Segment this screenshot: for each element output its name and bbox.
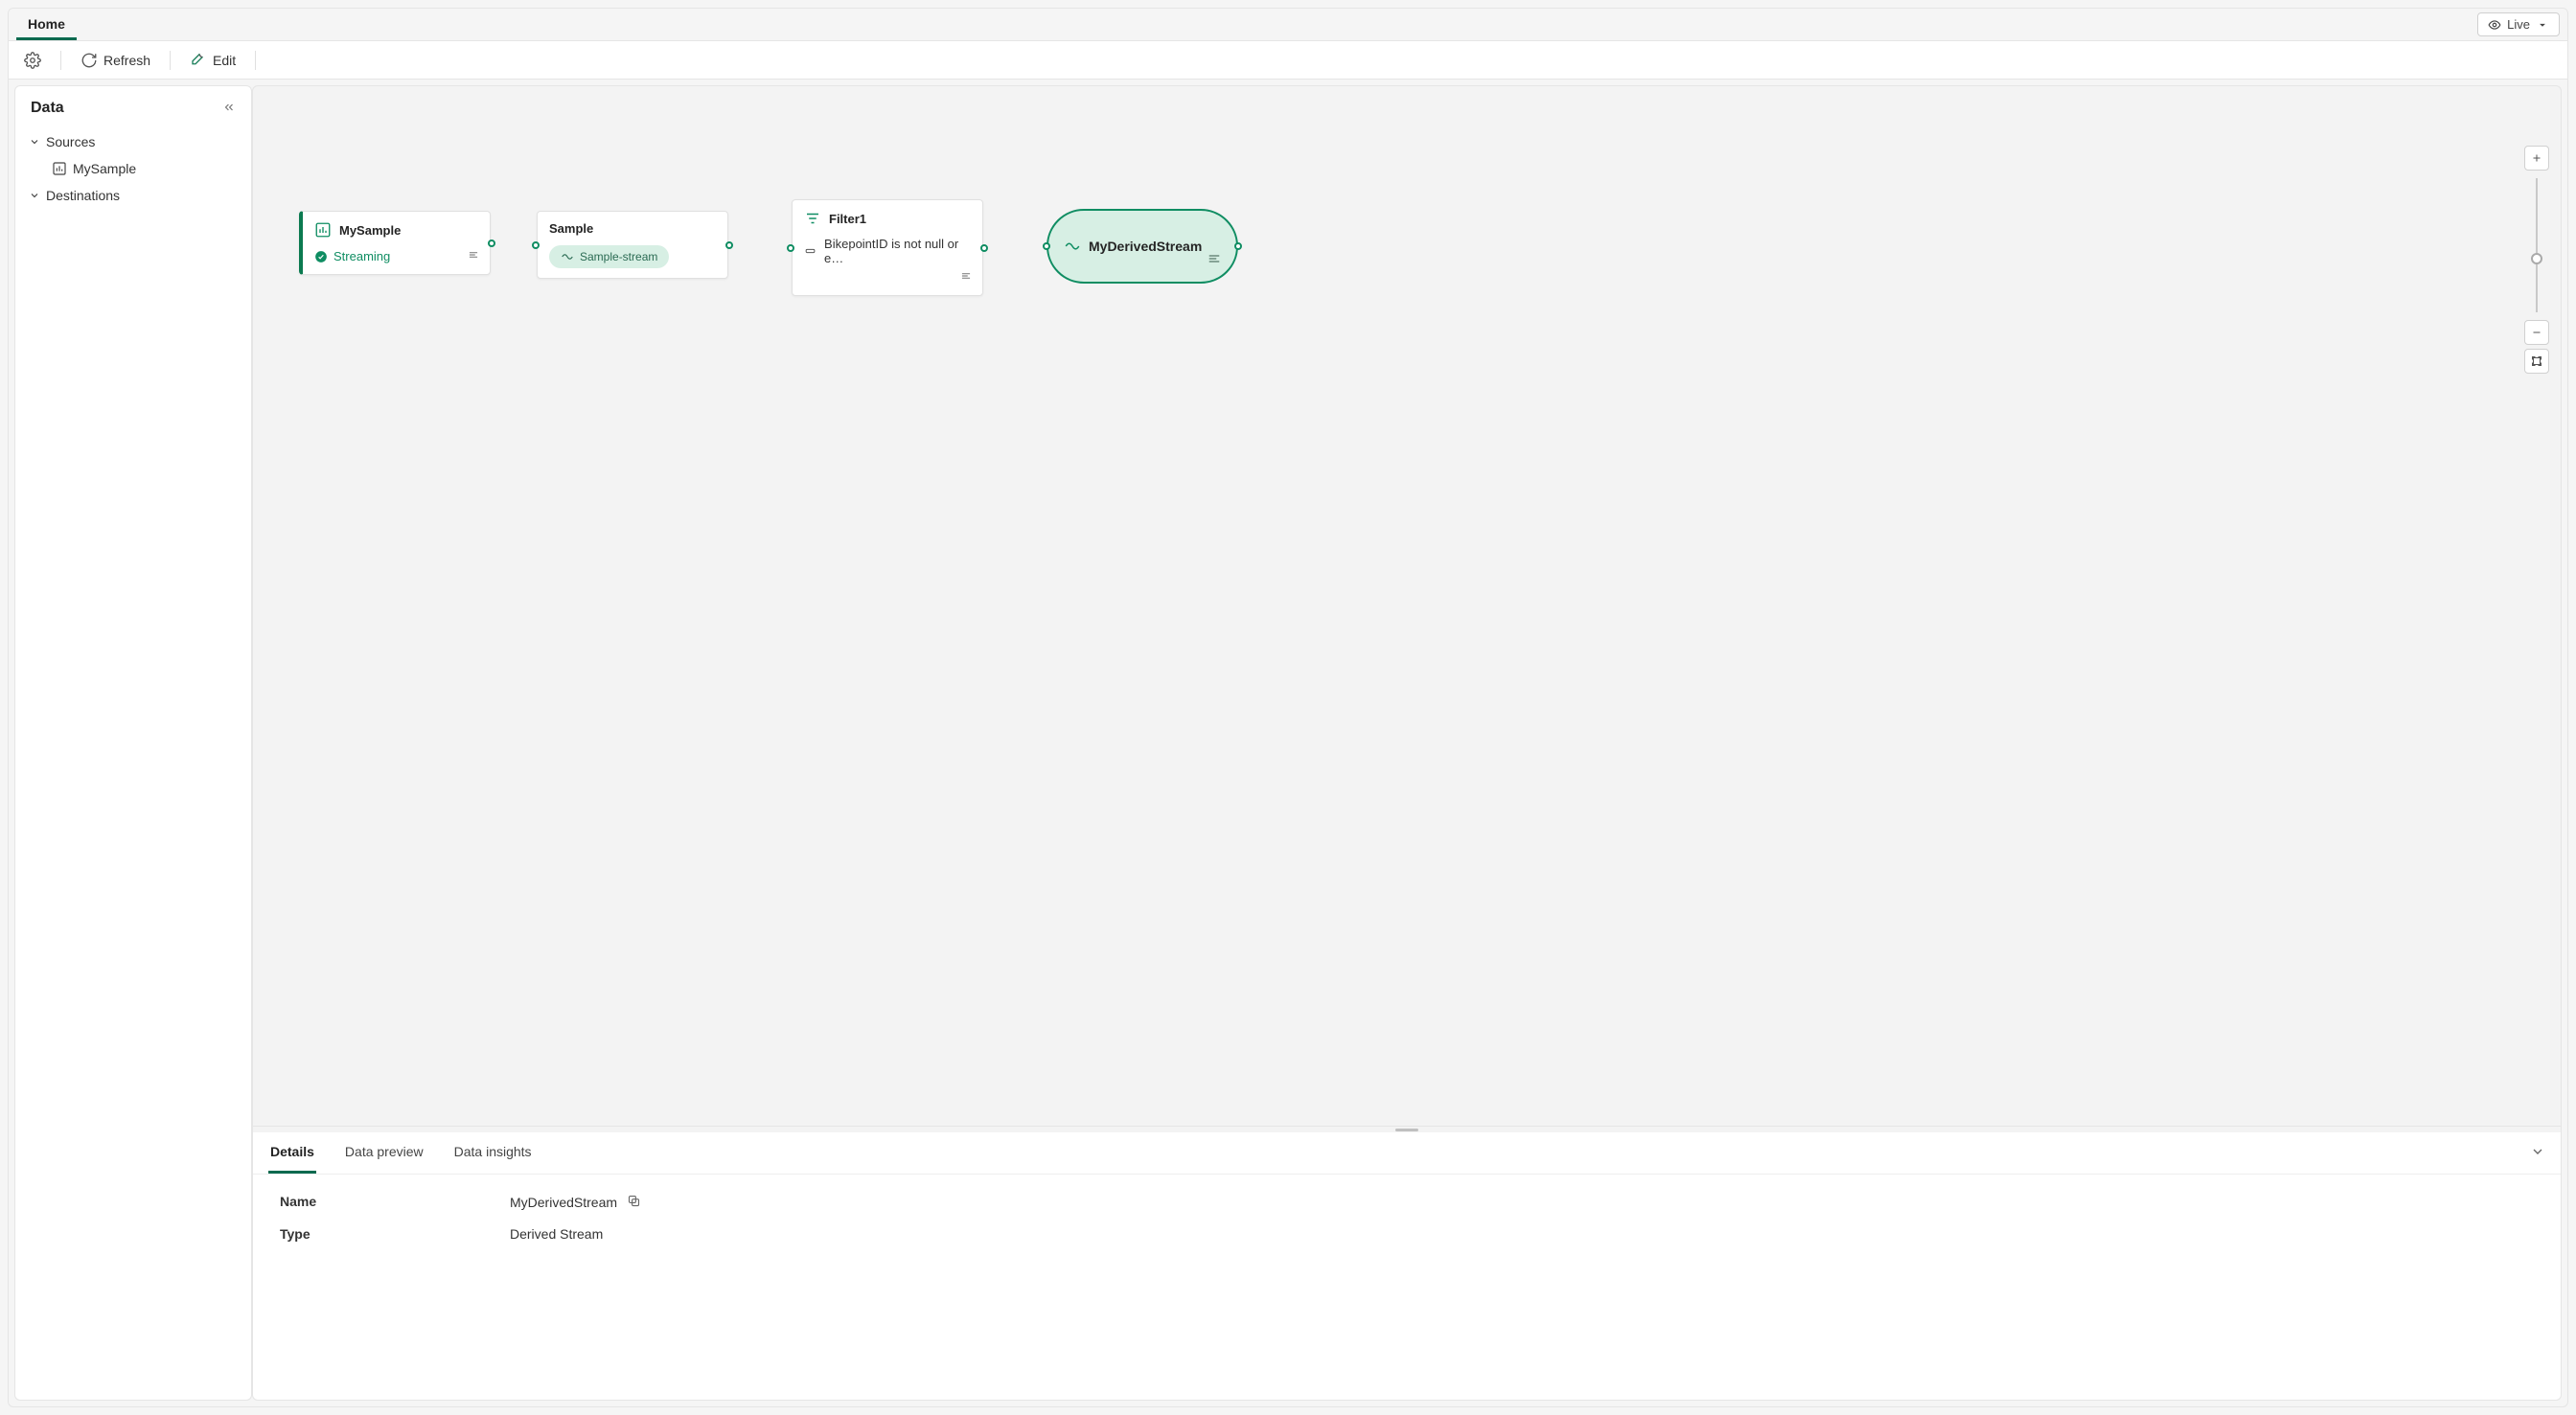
minus-icon (2531, 327, 2542, 338)
tab-details[interactable]: Details (268, 1132, 316, 1174)
filter-icon (804, 210, 821, 227)
port-out[interactable] (980, 244, 988, 252)
panel-collapse-button[interactable] (2530, 1144, 2545, 1162)
tree-sources[interactable]: Sources (25, 128, 242, 155)
tree-sources-label: Sources (46, 134, 95, 149)
tree-source-item[interactable]: MySample (48, 155, 242, 182)
live-label: Live (2507, 17, 2530, 32)
port-out[interactable] (488, 240, 495, 247)
eye-icon (2488, 18, 2501, 32)
menu-lines-icon (1206, 250, 1223, 267)
copy-button[interactable] (627, 1194, 641, 1211)
live-toggle[interactable]: Live (2477, 12, 2560, 36)
edit-button[interactable]: Edit (180, 46, 245, 75)
chevron-down-icon (2536, 18, 2549, 32)
edit-label: Edit (213, 53, 236, 68)
details-name-value: MyDerivedStream (510, 1195, 617, 1210)
sidebar-collapse-button[interactable] (222, 101, 236, 117)
stream-chip: Sample-stream (549, 245, 669, 268)
node-derived-stream[interactable]: MyDerivedStream (1046, 209, 1238, 284)
node-filter-title: Filter1 (829, 212, 866, 226)
gear-icon (24, 52, 41, 69)
node-menu-button[interactable] (959, 269, 973, 285)
tree-source-item-label: MySample (73, 161, 136, 176)
node-menu-button[interactable] (467, 248, 480, 264)
chart-icon (52, 161, 67, 176)
node-filter[interactable]: Filter1 BikepointID is not null or e… (792, 199, 983, 296)
details-panel: Details Data preview Data insights Name … (252, 1132, 2562, 1401)
details-type-label: Type (280, 1226, 510, 1242)
zoom-handle[interactable] (2531, 253, 2542, 264)
copy-icon (627, 1194, 641, 1208)
menu-lines-icon (467, 248, 480, 262)
details-name-label: Name (280, 1194, 510, 1211)
sidebar-title: Data (31, 100, 64, 117)
details-type-value: Derived Stream (510, 1226, 603, 1242)
tree-destinations-label: Destinations (46, 188, 120, 203)
chart-icon (314, 221, 332, 239)
node-source[interactable]: MySample Streaming (299, 211, 491, 275)
port-out[interactable] (1234, 242, 1242, 250)
port-out[interactable] (725, 241, 733, 249)
ribbon-tab-home[interactable]: Home (16, 9, 77, 40)
settings-button[interactable] (14, 46, 51, 75)
column-icon (804, 244, 816, 258)
toolbar: Refresh Edit (9, 41, 2567, 80)
toolbar-separator (60, 51, 61, 70)
fit-icon (2531, 355, 2542, 367)
tree-destinations[interactable]: Destinations (25, 182, 242, 209)
chevron-double-left-icon (222, 101, 236, 114)
chevron-down-icon (29, 190, 40, 201)
plus-icon (2531, 152, 2542, 164)
node-derived-title: MyDerivedStream (1089, 239, 1202, 254)
ribbon-bar: Home Live (9, 9, 2567, 41)
toolbar-separator (170, 51, 171, 70)
zoom-control (2524, 144, 2549, 376)
stream-icon (1064, 238, 1081, 255)
flow-edges (253, 86, 540, 230)
edit-icon (190, 52, 207, 69)
zoom-in-button[interactable] (2524, 146, 2549, 171)
node-source-status: Streaming (334, 249, 390, 263)
tab-data-insights[interactable]: Data insights (452, 1132, 534, 1174)
checkmark-icon (314, 250, 328, 263)
zoom-out-button[interactable] (2524, 320, 2549, 345)
zoom-fit-button[interactable] (2524, 349, 2549, 374)
chevron-down-icon (29, 136, 40, 148)
stream-chip-label: Sample-stream (580, 250, 657, 263)
refresh-label: Refresh (104, 53, 150, 68)
data-sidebar: Data Sources MySample D (14, 85, 252, 1401)
stream-icon (561, 250, 574, 263)
refresh-button[interactable]: Refresh (71, 46, 160, 75)
port-in[interactable] (1043, 242, 1050, 250)
port-in[interactable] (532, 241, 540, 249)
menu-lines-icon (959, 269, 973, 283)
node-filter-desc: BikepointID is not null or e… (824, 237, 971, 265)
toolbar-separator (255, 51, 256, 70)
zoom-slider[interactable] (2536, 178, 2538, 312)
chevron-down-icon (2530, 1144, 2545, 1159)
port-in[interactable] (787, 244, 794, 252)
node-menu-button[interactable] (1206, 250, 1223, 270)
node-source-title: MySample (339, 223, 401, 238)
tab-data-preview[interactable]: Data preview (343, 1132, 426, 1174)
refresh-icon (80, 52, 98, 69)
node-sample-title: Sample (549, 221, 593, 236)
flow-canvas[interactable]: MySample Streaming (252, 85, 2562, 1127)
node-sample[interactable]: Sample Sample-stream (537, 211, 728, 279)
